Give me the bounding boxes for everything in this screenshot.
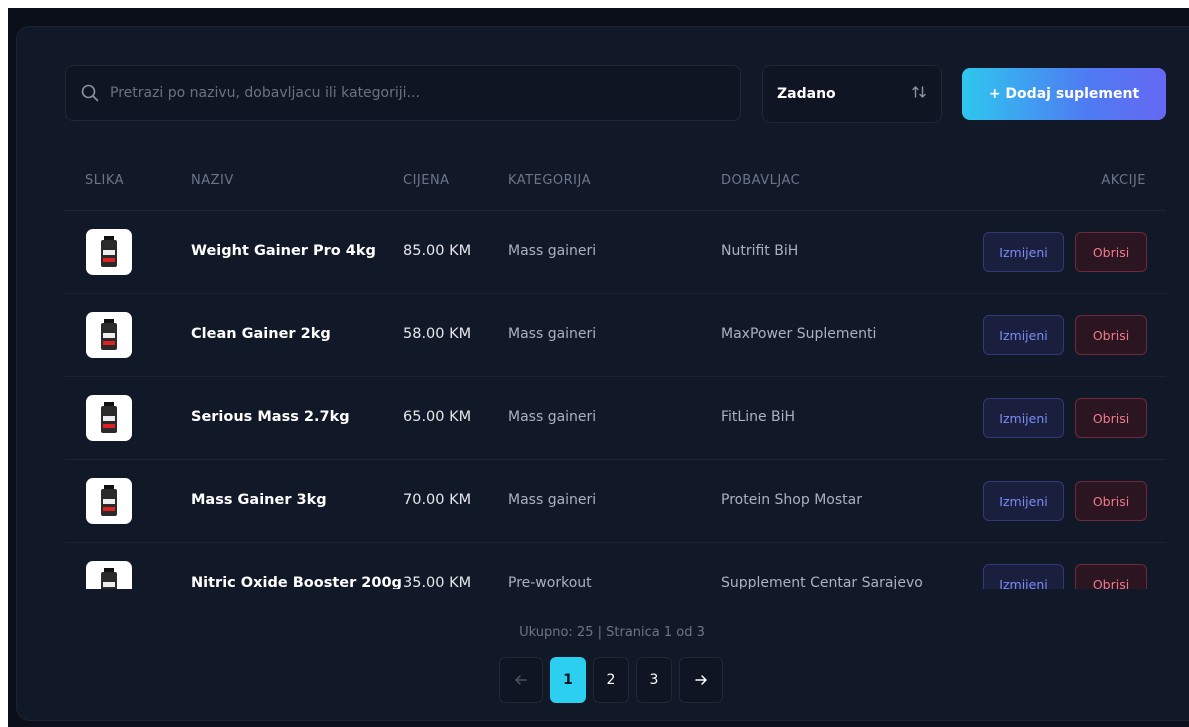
product-price: 85.00 KM: [403, 243, 472, 259]
product-image: [86, 395, 132, 441]
product-supplier: Supplement Centar Sarajevo: [721, 575, 923, 589]
product-name: Nitric Oxide Booster 200g: [191, 575, 402, 589]
product-price: 58.00 KM: [403, 326, 472, 342]
pagination-summary: Ukupno: 25 | Stranica 1 od 3: [519, 625, 705, 640]
edit-button[interactable]: Izmijeni: [983, 481, 1064, 521]
supplements-panel: Zadano + Dodaj suplement SLIKA NAZIV CIJ…: [16, 26, 1189, 721]
product-price: 65.00 KM: [403, 409, 472, 425]
table-row: Weight Gainer Pro 4kg 85.00 KM Mass gain…: [65, 211, 1166, 294]
column-header-name: NAZIV: [191, 173, 234, 188]
edit-button[interactable]: Izmijeni: [983, 564, 1064, 589]
column-header-actions: AKCIJE: [1101, 173, 1146, 188]
product-category: Mass gaineri: [508, 326, 597, 342]
search-input[interactable]: [110, 85, 730, 101]
product-name: Mass Gainer 3kg: [191, 492, 327, 508]
sort-select-label: Zadano: [777, 86, 836, 102]
product-price: 35.00 KM: [403, 575, 472, 589]
product-supplier: MaxPower Suplementi: [721, 326, 877, 342]
page-button-1[interactable]: 1: [550, 657, 586, 703]
product-category: Mass gaineri: [508, 243, 597, 259]
product-supplier: Protein Shop Mostar: [721, 492, 862, 508]
product-supplier: Nutrifit BiH: [721, 243, 799, 259]
delete-button[interactable]: Obrisi: [1075, 315, 1147, 355]
product-image: [86, 312, 132, 358]
add-supplement-button[interactable]: + Dodaj suplement: [962, 68, 1166, 120]
table-row: Mass Gainer 3kg 70.00 KM Mass gaineri Pr…: [65, 460, 1166, 543]
product-category: Mass gaineri: [508, 409, 597, 425]
column-header-price: CIJENA: [403, 173, 450, 188]
table-row: Clean Gainer 2kg 58.00 KM Mass gaineri M…: [65, 294, 1166, 377]
product-supplier: FitLine BiH: [721, 409, 796, 425]
search-box[interactable]: [65, 65, 741, 121]
column-header-image: SLIKA: [85, 173, 125, 188]
next-page-button[interactable]: [679, 657, 723, 703]
previous-page-button[interactable]: [499, 657, 543, 703]
sort-select[interactable]: Zadano: [762, 65, 942, 123]
delete-button[interactable]: Obrisi: [1075, 232, 1147, 272]
edit-button[interactable]: Izmijeni: [983, 232, 1064, 272]
delete-button[interactable]: Obrisi: [1075, 398, 1147, 438]
table-row: Nitric Oxide Booster 200g 35.00 KM Pre-w…: [65, 543, 1166, 589]
table-body[interactable]: Weight Gainer Pro 4kg 85.00 KM Mass gain…: [65, 211, 1166, 589]
edit-button[interactable]: Izmijeni: [983, 315, 1064, 355]
product-image: [86, 229, 132, 275]
column-header-supplier: DOBAVLJAC: [721, 173, 801, 188]
edit-button[interactable]: Izmijeni: [983, 398, 1064, 438]
column-header-category: KATEGORIJA: [508, 173, 592, 188]
product-name: Serious Mass 2.7kg: [191, 409, 350, 425]
product-category: Mass gaineri: [508, 492, 597, 508]
arrow-right-icon: [695, 675, 707, 685]
delete-button[interactable]: Obrisi: [1075, 564, 1147, 589]
delete-button[interactable]: Obrisi: [1075, 481, 1147, 521]
page-button-3[interactable]: 3: [636, 657, 672, 703]
page-button-2[interactable]: 2: [593, 657, 629, 703]
sort-arrows-icon: [911, 84, 927, 104]
product-price: 70.00 KM: [403, 492, 472, 508]
table-row: Serious Mass 2.7kg 65.00 KM Mass gaineri…: [65, 377, 1166, 460]
product-name: Clean Gainer 2kg: [191, 326, 331, 342]
product-image: [86, 561, 132, 589]
arrow-left-icon: [515, 675, 527, 685]
product-image: [86, 478, 132, 524]
product-name: Weight Gainer Pro 4kg: [191, 243, 376, 259]
pagination: 1 2 3: [499, 657, 723, 703]
app-background: Zadano + Dodaj suplement SLIKA NAZIV CIJ…: [8, 8, 1189, 727]
table-header: SLIKA NAZIV CIJENA KATEGORIJA DOBAVLJAC …: [65, 167, 1166, 211]
search-icon: [80, 83, 100, 103]
product-category: Pre-workout: [508, 575, 592, 589]
